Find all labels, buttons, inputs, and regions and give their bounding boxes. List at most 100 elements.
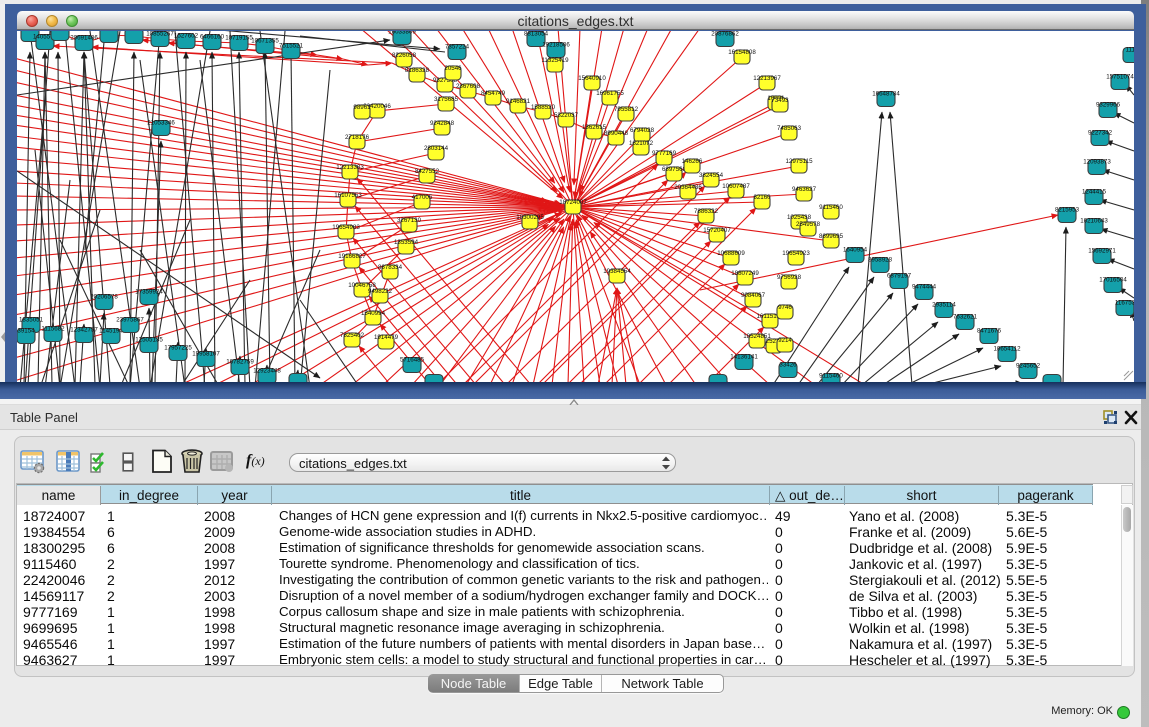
svg-text:9474444: 9474444 (912, 284, 937, 291)
svg-text:9498222: 9498222 (368, 288, 393, 295)
svg-text:23975867: 23975867 (116, 317, 144, 324)
svg-text:1115682: 1115682 (41, 326, 65, 333)
svg-text:10855267: 10855267 (146, 31, 174, 38)
svg-text:15751074: 15751074 (1106, 74, 1134, 81)
svg-text:16961755: 16961755 (596, 90, 624, 97)
svg-text:16107553: 16107553 (334, 192, 362, 199)
svg-text:20876862: 20876862 (711, 31, 739, 38)
svg-text:16210643: 16210643 (1080, 218, 1108, 225)
svg-text:1025438: 1025438 (787, 214, 812, 221)
svg-text:8215953: 8215953 (1055, 207, 1080, 214)
svg-text:146266: 146266 (682, 158, 703, 165)
svg-text:9115460: 9115460 (819, 204, 843, 211)
svg-text:8678334: 8678334 (378, 264, 403, 271)
svg-text:8990448: 8990448 (604, 130, 629, 137)
svg-text:5716485: 5716485 (400, 357, 425, 364)
svg-text:9756928: 9756928 (777, 274, 802, 281)
svg-text:1588520: 1588520 (531, 104, 556, 111)
svg-text:16033809: 16033809 (388, 31, 416, 36)
svg-text:21053346: 21053346 (147, 120, 175, 127)
svg-text:18807249: 18807249 (731, 270, 759, 277)
svg-text:8471676: 8471676 (977, 328, 1002, 335)
svg-text:9329966: 9329966 (1096, 102, 1121, 109)
svg-text:15692971: 15692971 (1088, 248, 1116, 255)
svg-text:7886322: 7886322 (694, 208, 719, 215)
svg-text:5322037: 5322037 (554, 112, 579, 119)
svg-text:73493: 73493 (771, 97, 789, 104)
svg-text:3824554: 3824554 (699, 172, 724, 179)
svg-text:15640910: 15640910 (578, 75, 606, 82)
svg-text:417005: 417005 (412, 194, 433, 201)
svg-text:116753: 116753 (1115, 300, 1134, 307)
svg-text:9227342: 9227342 (1088, 130, 1113, 137)
svg-text:1353594: 1353594 (394, 239, 419, 246)
svg-text:1527602: 1527602 (174, 33, 199, 40)
svg-text:1640954: 1640954 (843, 247, 868, 254)
svg-text:20546: 20546 (444, 65, 462, 72)
svg-text:7632621: 7632621 (953, 314, 978, 321)
svg-text:18724007: 18724007 (559, 199, 587, 206)
svg-text:10654112: 10654112 (993, 346, 1021, 353)
svg-text:16154808: 16154808 (728, 49, 756, 56)
svg-text:6466160: 6466160 (200, 34, 225, 41)
svg-text:33426: 33426 (779, 362, 797, 369)
svg-text:8958928: 8958928 (868, 257, 893, 264)
svg-text:3175685: 3175685 (434, 96, 459, 103)
svg-text:3267130: 3267130 (397, 217, 422, 224)
svg-text:19384554: 19384554 (603, 268, 631, 275)
svg-text:19654983: 19654983 (332, 224, 360, 231)
svg-text:1145194: 1145194 (99, 328, 123, 335)
svg-text:8186328: 8186328 (405, 67, 430, 74)
svg-text:19166827: 19166827 (338, 253, 366, 260)
svg-text:9146821: 9146821 (506, 98, 531, 105)
svg-text:6879197: 6879197 (887, 273, 912, 280)
svg-text:11325419: 11325419 (541, 57, 569, 64)
svg-text:17359924: 17359924 (135, 289, 163, 296)
svg-text:14136141: 14136141 (730, 354, 758, 361)
svg-text:7485063: 7485063 (777, 125, 802, 132)
svg-text:62160: 62160 (753, 194, 771, 201)
svg-text:9242848: 9242848 (430, 120, 455, 127)
svg-text:16648784: 16648784 (872, 91, 900, 98)
svg-text:8813054: 8813054 (524, 31, 549, 38)
svg-text:10719155: 10719155 (225, 35, 253, 42)
svg-text:17016504: 17016504 (1099, 277, 1127, 284)
svg-text:1621072: 1621072 (629, 140, 654, 147)
svg-text:1540994: 1540994 (361, 310, 386, 317)
svg-text:12505135: 12505135 (135, 337, 163, 344)
svg-text:12093873: 12093873 (1083, 159, 1111, 166)
svg-text:10671355: 10671355 (251, 38, 279, 45)
svg-text:18300295: 18300295 (516, 214, 544, 221)
svg-text:2718176: 2718176 (345, 134, 370, 141)
svg-text:17957225: 17957225 (164, 345, 192, 352)
svg-text:7357224: 7357224 (445, 44, 470, 51)
svg-text:2549578: 2549578 (796, 221, 821, 228)
svg-text:9777169: 9777169 (652, 150, 677, 157)
svg-text:2367608: 2367608 (456, 83, 481, 90)
svg-text:12923448: 12923448 (253, 368, 281, 375)
svg-text:6897568: 6897568 (662, 166, 687, 173)
svg-text:8427552: 8427552 (415, 168, 440, 175)
svg-text:9245652: 9245652 (1016, 363, 1041, 370)
svg-text:9463627: 9463627 (792, 186, 817, 193)
svg-text:2803144: 2803144 (424, 145, 449, 152)
svg-text:10688609: 10688609 (717, 250, 745, 257)
svg-text:39154: 39154 (17, 328, 35, 335)
svg-text:20364436: 20364436 (674, 184, 702, 191)
svg-text:12342757: 12342757 (70, 327, 98, 334)
svg-text:8454749: 8454749 (481, 90, 506, 97)
svg-text:8226058: 8226058 (392, 52, 417, 59)
svg-text:7515521: 7515521 (279, 43, 304, 50)
svg-text:12213383: 12213383 (336, 164, 364, 171)
svg-text:1362615: 1362615 (582, 124, 607, 131)
svg-text:1835051: 1835051 (19, 317, 44, 324)
svg-text:1914479: 1914479 (374, 334, 399, 341)
svg-text:15720407: 15720407 (703, 227, 731, 234)
svg-text:8699695: 8699695 (819, 233, 844, 240)
svg-text:9084067: 9084067 (741, 292, 766, 299)
svg-text:20206578: 20206578 (90, 294, 118, 301)
svg-text:12213967: 12213967 (753, 75, 781, 82)
svg-text:1117: 1117 (1126, 47, 1134, 54)
svg-text:9746: 9746 (778, 304, 792, 311)
svg-text:10607487: 10607487 (722, 183, 750, 190)
